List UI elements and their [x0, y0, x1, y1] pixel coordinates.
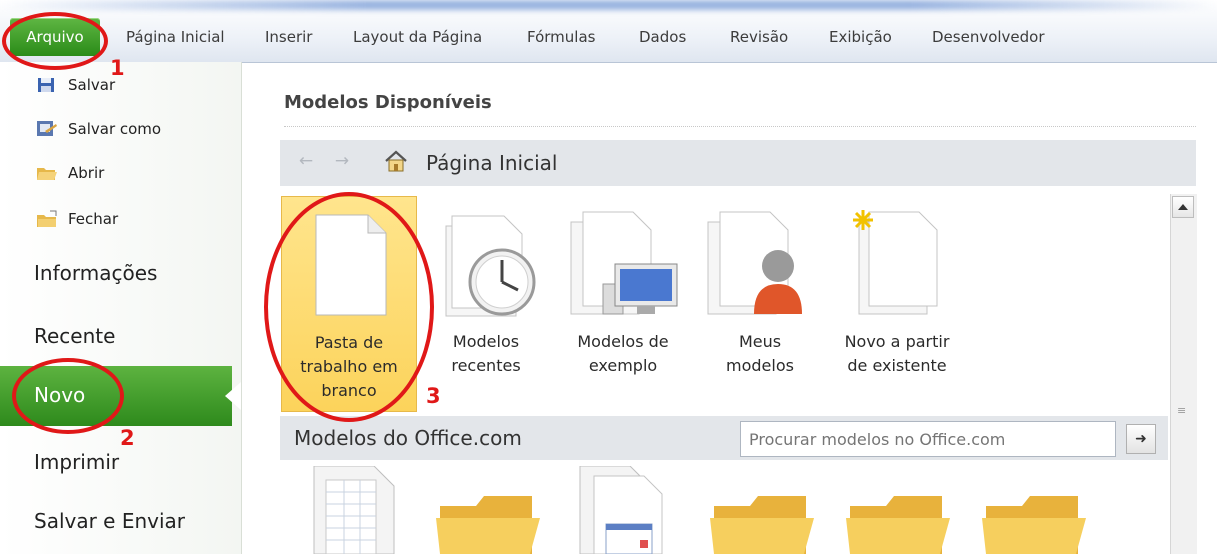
annotation-number-3: 3 — [426, 384, 441, 408]
nav-informacoes[interactable]: Informações — [34, 261, 157, 285]
breadcrumb[interactable]: Página Inicial — [426, 151, 557, 175]
cmd-salvar-label: Salvar — [68, 76, 116, 94]
tab-formulas[interactable]: Fórmulas — [527, 28, 595, 46]
folder-icon[interactable] — [710, 466, 820, 554]
nav-salvar-e-enviar[interactable]: Salvar e Enviar — [34, 509, 185, 533]
new-from-existing-icon — [853, 210, 938, 315]
tab-inserir[interactable]: Inserir — [265, 28, 312, 46]
template-new-from-existing[interactable]: Novo a partir de existente — [829, 196, 965, 412]
template-label: Meus modelos — [726, 332, 794, 375]
templates-scrollbar[interactable] — [1170, 194, 1197, 554]
folder-icon[interactable] — [436, 466, 546, 554]
heading-divider — [284, 126, 1196, 127]
tab-revisao[interactable]: Revisão — [730, 28, 788, 46]
template-my-templates[interactable]: Meus modelos — [692, 196, 828, 412]
save-as-icon — [36, 120, 58, 138]
nav-recente[interactable]: Recente — [34, 324, 115, 348]
cmd-abrir[interactable]: Abrir — [36, 164, 104, 182]
tab-exibicao[interactable]: Exibição — [829, 28, 892, 46]
tab-dados[interactable]: Dados — [639, 28, 686, 46]
forward-arrow-icon[interactable]: → — [332, 151, 352, 171]
home-icon[interactable] — [384, 150, 408, 172]
cmd-salvar-como-label: Salvar como — [68, 120, 162, 138]
recent-templates-icon — [445, 215, 536, 317]
annotation-circle-1 — [2, 12, 108, 70]
sample-templates-icon — [570, 211, 678, 315]
office-search-input[interactable] — [740, 421, 1116, 457]
nav-selected-pointer — [225, 382, 241, 410]
cmd-salvar-como[interactable]: Salvar como — [36, 120, 161, 138]
template-nav-bar — [280, 140, 1196, 186]
folder-icon[interactable] — [846, 466, 956, 554]
spreadsheet-template-thumbnail[interactable] — [294, 466, 404, 554]
nav-imprimir[interactable]: Imprimir — [34, 450, 119, 474]
template-recent[interactable]: Modelos recentes — [418, 196, 554, 412]
annotation-number-1: 1 — [110, 56, 125, 80]
template-label: Modelos de exemplo — [577, 332, 669, 375]
tab-desenvolvedor[interactable]: Desenvolvedor — [932, 28, 1045, 46]
open-folder-icon — [36, 164, 58, 182]
template-label: Modelos recentes — [451, 332, 521, 375]
cmd-fechar-label: Fechar — [68, 210, 119, 228]
template-label: Novo a partir de existente — [844, 332, 950, 375]
back-arrow-icon[interactable]: ← — [296, 151, 316, 171]
close-folder-icon — [36, 210, 58, 228]
calendar-template-thumbnail[interactable] — [570, 466, 680, 554]
annotation-circle-2 — [12, 358, 124, 434]
scroll-up-button[interactable] — [1172, 196, 1194, 218]
annotation-circle-3 — [264, 192, 434, 422]
scroll-grip-icon[interactable]: ≡ — [1177, 404, 1186, 417]
annotation-number-2: 2 — [120, 426, 135, 450]
save-icon — [36, 76, 58, 94]
office-section-title: Modelos do Office.com — [294, 426, 522, 450]
cmd-abrir-label: Abrir — [68, 164, 105, 182]
folder-icon[interactable] — [982, 466, 1092, 554]
cmd-salvar[interactable]: Salvar — [36, 76, 115, 94]
page-title: Modelos Disponíveis — [284, 92, 492, 113]
template-sample[interactable]: Modelos de exemplo — [555, 196, 691, 412]
ribbon-glow — [0, 0, 1217, 10]
my-templates-icon — [707, 211, 802, 315]
tab-pagina-inicial[interactable]: Página Inicial — [126, 28, 225, 46]
cmd-fechar[interactable]: Fechar — [36, 210, 118, 228]
tab-layout-da-pagina[interactable]: Layout da Página — [353, 28, 482, 46]
search-go-button[interactable]: ➜ — [1126, 424, 1156, 454]
